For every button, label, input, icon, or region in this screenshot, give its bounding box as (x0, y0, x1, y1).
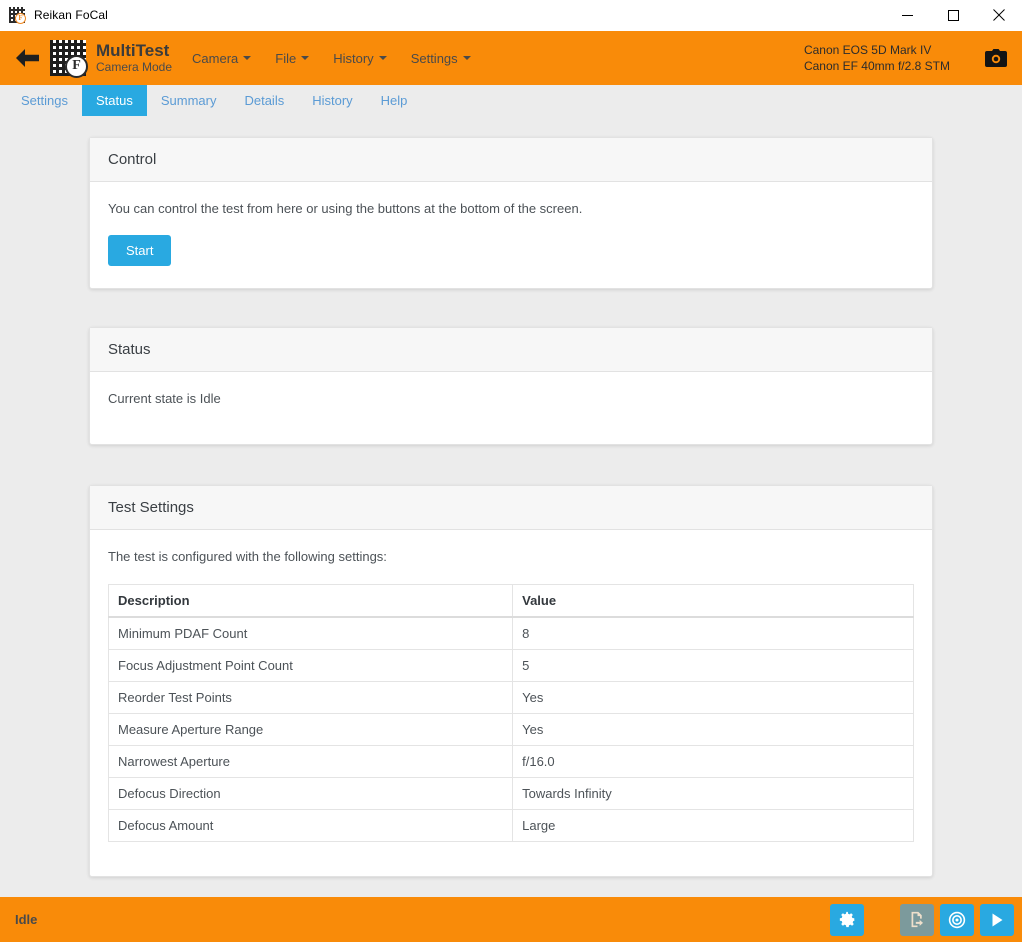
maximize-icon[interactable] (930, 0, 976, 31)
status-panel: Status Current state is Idle (89, 327, 933, 445)
close-icon[interactable] (976, 0, 1022, 31)
row-value: 8 (512, 616, 914, 650)
window-titlebar: F Reikan FoCal (0, 0, 1022, 31)
camera-icon[interactable] (984, 46, 1008, 70)
control-panel-description: You can control the test from here or us… (108, 201, 583, 216)
row-description: Measure Aperture Range (107, 713, 514, 746)
row-value: Yes (512, 681, 914, 714)
status-bar-text: Idle (15, 912, 38, 927)
main-content: Control You can control the test from he… (0, 116, 1022, 897)
tab-help[interactable]: Help (367, 85, 422, 116)
application-window: F Reikan FoCal F MultiTest Camera Mode C… (0, 0, 1022, 942)
tab-status[interactable]: Status (81, 85, 147, 116)
target-focus-button[interactable] (940, 903, 974, 936)
tab-settings[interactable]: Settings (7, 85, 82, 116)
gear-icon (839, 911, 856, 928)
menu-camera[interactable]: Camera (192, 50, 252, 66)
table-row: Narrowest Aperture f/16.0 (107, 745, 914, 778)
control-panel-body: You can control the test from here or us… (90, 182, 932, 288)
minimize-icon[interactable] (884, 0, 930, 31)
settings-gear-button[interactable] (830, 903, 864, 936)
table-row: Defocus Direction Towards Infinity (107, 777, 914, 810)
table-row: Measure Aperture Range Yes (107, 713, 914, 746)
file-export-icon (909, 911, 926, 928)
header-right: Canon EOS 5D Mark IV Canon EF 40mm f/2.8… (804, 42, 1008, 74)
main-menu: Camera File History Settings (192, 51, 471, 66)
test-settings-description: The test is configured with the followin… (108, 549, 387, 564)
camera-lens-label: Canon EF 40mm f/2.8 STM (803, 59, 950, 73)
row-value: 5 (512, 649, 914, 682)
export-report-button (900, 903, 934, 936)
row-value: Large (512, 809, 914, 842)
start-button[interactable]: Start (108, 235, 172, 266)
menu-settings-label: Settings (410, 50, 458, 66)
menu-settings[interactable]: Settings (411, 51, 471, 66)
menu-file[interactable]: File (275, 50, 310, 66)
window-controls (884, 0, 1022, 31)
test-mode-title: MultiTest (96, 41, 170, 60)
column-header-description: Description (107, 584, 514, 618)
row-value: Towards Infinity (512, 777, 914, 810)
row-description: Defocus Direction (107, 777, 514, 810)
tab-details[interactable]: Details (230, 85, 298, 116)
app-header: F MultiTest Camera Mode Camera File Hist… (0, 31, 1022, 85)
table-row: Focus Adjustment Point Count 5 (107, 649, 914, 682)
status-bar-buttons (830, 903, 1014, 936)
tab-bar: Settings Status Summary Details History … (0, 85, 1022, 116)
table-row: Reorder Test Points Yes (107, 681, 914, 714)
tab-summary[interactable]: Summary (147, 85, 231, 116)
chevron-down-icon (243, 56, 252, 60)
test-settings-table: Description Value Minimum PDAF Count 8 F… (107, 584, 914, 842)
control-panel-title: Control (90, 138, 932, 182)
row-description: Minimum PDAF Count (107, 616, 514, 650)
column-header-value: Value (512, 584, 914, 618)
menu-history-label: History (333, 50, 374, 66)
row-description: Reorder Test Points (107, 681, 514, 714)
logo-letter: F (15, 13, 26, 24)
test-mode-subtitle: Camera Mode (96, 60, 173, 74)
test-settings-title: Test Settings (90, 486, 932, 530)
row-description: Focus Adjustment Point Count (107, 649, 514, 682)
tab-history[interactable]: History (298, 85, 366, 116)
menu-history[interactable]: History (333, 50, 387, 66)
chevron-down-icon (462, 56, 471, 60)
focal-logo-icon: F (50, 40, 88, 78)
status-panel-title: Status (90, 328, 932, 372)
play-icon (989, 912, 1005, 928)
run-play-button[interactable] (980, 903, 1014, 936)
menu-camera-label: Camera (192, 50, 239, 66)
camera-body-label: Canon EOS 5D Mark IV (803, 43, 932, 57)
table-row: Minimum PDAF Count 8 (107, 616, 914, 650)
row-value: Yes (512, 713, 914, 746)
brand-block: MultiTest Camera Mode (96, 41, 172, 75)
equipment-info: Canon EOS 5D Mark IV Canon EF 40mm f/2.8… (804, 42, 950, 74)
back-arrow-icon[interactable] (10, 41, 44, 75)
bottom-status-bar: Idle (0, 897, 1022, 942)
app-qr-logo-icon: F (9, 7, 26, 24)
chevron-down-icon (378, 56, 387, 60)
test-settings-body: The test is configured with the followin… (90, 530, 932, 876)
table-header-row: Description Value (107, 584, 914, 618)
control-panel: Control You can control the test from he… (89, 137, 933, 289)
menu-file-label: File (275, 50, 297, 66)
test-settings-panel: Test Settings The test is configured wit… (89, 485, 933, 877)
row-description: Narrowest Aperture (107, 745, 514, 778)
table-row: Defocus Amount Large (107, 809, 914, 842)
chevron-down-icon (301, 56, 310, 60)
status-panel-body: Current state is Idle (90, 372, 932, 444)
target-icon (948, 911, 966, 929)
logo-letter-f: F (65, 55, 88, 78)
status-message: Current state is Idle (108, 391, 221, 406)
row-description: Defocus Amount (107, 809, 514, 842)
row-value: f/16.0 (512, 745, 914, 778)
window-title: Reikan FoCal (34, 8, 108, 22)
